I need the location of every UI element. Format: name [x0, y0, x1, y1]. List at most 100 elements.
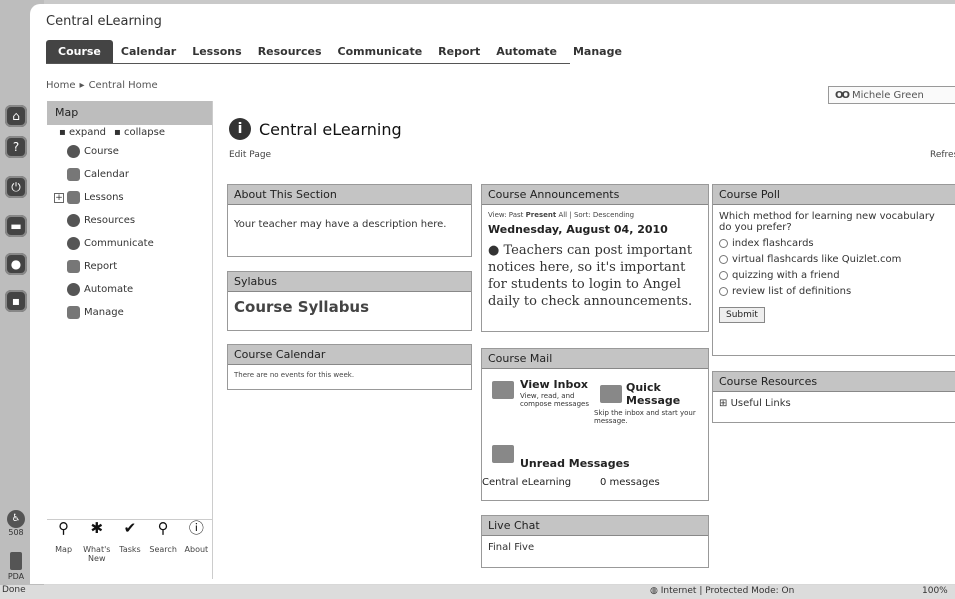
- tab-communicate[interactable]: Communicate: [330, 42, 431, 61]
- tab-report[interactable]: Report: [430, 42, 488, 61]
- collapse-link[interactable]: ▪ collapse: [114, 127, 165, 138]
- map-item-communicate[interactable]: Communicate: [47, 232, 212, 255]
- syllabus-title: Sylabus: [228, 272, 471, 292]
- folder-icon[interactable]: ▬: [5, 215, 27, 237]
- poll-option[interactable]: index flashcards: [719, 235, 949, 251]
- status-text: Done: [2, 585, 26, 595]
- pda-link[interactable]: PDA: [2, 552, 30, 581]
- quick-message-icon[interactable]: [600, 385, 622, 403]
- poll-title: Course Poll: [713, 185, 955, 205]
- poll-option-label: index flashcards: [732, 237, 814, 249]
- security-zone-text: Internet | Protected Mode: On: [660, 586, 795, 596]
- chat-room-link[interactable]: Final Five: [482, 536, 708, 559]
- tool-tasks[interactable]: ✔ Tasks: [115, 521, 145, 579]
- quick-message-desc: Skip the inbox and start your message.: [594, 409, 696, 425]
- syllabus-link[interactable]: Course Syllabus: [234, 298, 369, 316]
- automate-icon: [67, 283, 80, 296]
- home-icon[interactable]: ⌂: [5, 105, 27, 127]
- announcement-body: Teachers can post important notices here…: [488, 243, 693, 309]
- view-all[interactable]: All: [558, 211, 567, 219]
- view-inbox-link[interactable]: View Inbox: [520, 378, 588, 391]
- announcements-title: Course Announcements: [482, 185, 708, 205]
- zoom-level[interactable]: 100%: [922, 586, 948, 596]
- expand-toggle-icon[interactable]: +: [54, 192, 64, 203]
- announcements-section: Course Announcements View: Past Present …: [481, 184, 709, 332]
- map-item-automate[interactable]: Automate: [47, 278, 212, 301]
- quick-message-link[interactable]: Quick Message: [626, 381, 696, 407]
- envelope-icon[interactable]: [492, 381, 514, 399]
- tool-search[interactable]: ⚲ Search: [148, 519, 178, 579]
- map-title: Map: [47, 101, 212, 125]
- edit-page-link[interactable]: Edit Page: [229, 150, 271, 160]
- collapse-label: collapse: [124, 127, 166, 138]
- sort-option[interactable]: | Sort: Descending: [569, 211, 634, 219]
- tool-label: Tasks: [119, 545, 141, 554]
- tool-about[interactable]: ⓘ About: [181, 521, 211, 579]
- status-bar: Done ◍ Internet | Protected Mode: On 100…: [0, 585, 955, 599]
- unread-messages-link[interactable]: Unread Messages: [520, 457, 630, 470]
- breadcrumb: Home ▸ Central Home: [46, 80, 158, 91]
- map-item-course[interactable]: Course: [47, 140, 212, 163]
- tab-manage[interactable]: Manage: [565, 42, 630, 61]
- bullet-icon: ●: [488, 243, 504, 258]
- announcement-text: ● Teachers can post important notices he…: [488, 242, 702, 310]
- announcement-view-options: View: Past Present All | Sort: Descendin…: [488, 211, 702, 219]
- radio-button[interactable]: [719, 270, 728, 280]
- announcement-date: Wednesday, August 04, 2010: [488, 223, 668, 236]
- view-past[interactable]: View: Past: [488, 211, 523, 219]
- expand-link[interactable]: ▪ expand: [59, 127, 106, 138]
- poll-submit-button[interactable]: Submit: [719, 307, 765, 323]
- tool-map[interactable]: ⚲ Map: [49, 521, 79, 579]
- tab-course[interactable]: Course: [46, 40, 113, 63]
- tab-calendar[interactable]: Calendar: [113, 42, 184, 61]
- tool-label: About: [184, 545, 209, 554]
- user-name: Michele Green: [852, 89, 924, 101]
- user-menu[interactable]: OO Michele Green: [828, 86, 955, 104]
- poll-option[interactable]: quizzing with a friend: [719, 267, 949, 283]
- expand-collapse-row: ▪ expand ▪ collapse: [47, 125, 212, 140]
- calendar-body: There are no events for this week.: [234, 371, 355, 379]
- page-title-text: Central eLearning: [259, 119, 402, 139]
- map-item-report[interactable]: Report: [47, 255, 212, 278]
- tab-resources[interactable]: Resources: [250, 42, 330, 61]
- search-icon: ⚲: [157, 519, 169, 537]
- unread-messages-icon[interactable]: [492, 445, 514, 463]
- accessibility-icon: ♿: [7, 510, 25, 528]
- about-body: Your teacher may have a description here…: [234, 219, 447, 230]
- map-item-manage[interactable]: Manage: [47, 301, 212, 324]
- radio-button[interactable]: [719, 286, 728, 296]
- person-icon[interactable]: ●: [5, 253, 27, 275]
- tab-lessons[interactable]: Lessons: [184, 42, 250, 61]
- poll-option[interactable]: review list of definitions: [719, 283, 949, 299]
- refresh-link[interactable]: Refres: [930, 150, 955, 160]
- map-item-label: Manage: [84, 307, 124, 318]
- chat-section: Live Chat Final Five: [481, 515, 709, 568]
- poll-option[interactable]: virtual flashcards like Quizlet.com: [719, 251, 949, 267]
- tab-automate[interactable]: Automate: [488, 42, 565, 61]
- map-item-label: Automate: [84, 284, 134, 295]
- poll-option-label: virtual flashcards like Quizlet.com: [732, 253, 902, 265]
- globe-icon: ◍: [650, 586, 661, 596]
- security-zone: ◍ Internet | Protected Mode: On: [650, 586, 794, 596]
- map-item-calendar[interactable]: Calendar: [47, 163, 212, 186]
- map-item-resources[interactable]: Resources: [47, 209, 212, 232]
- books-icon: [67, 191, 80, 204]
- info-icon: i: [229, 118, 251, 140]
- mail-course-name: Central eLearning: [482, 477, 572, 488]
- tool-label: Search: [149, 545, 177, 554]
- accessibility-508[interactable]: ♿ 508: [2, 510, 30, 537]
- breadcrumb-home[interactable]: Home: [46, 80, 76, 91]
- resources-item[interactable]: ⊞ Useful Links: [713, 392, 955, 415]
- help-icon[interactable]: ?: [5, 136, 27, 158]
- radio-button[interactable]: [719, 238, 728, 248]
- mail-section: Course Mail View Inbox View, read, and c…: [481, 348, 709, 501]
- view-present[interactable]: Present: [526, 211, 557, 219]
- about-section: About This Section Your teacher may have…: [227, 184, 472, 257]
- globe-icon: [67, 214, 80, 227]
- radio-button[interactable]: [719, 254, 728, 264]
- map-item-lessons[interactable]: + Lessons: [47, 186, 212, 209]
- chat-icon[interactable]: ▪: [5, 290, 27, 312]
- pda-icon: [10, 552, 22, 570]
- power-icon[interactable]: ⏻: [5, 176, 27, 198]
- tool-whats-new[interactable]: ✱ What's New: [82, 521, 112, 579]
